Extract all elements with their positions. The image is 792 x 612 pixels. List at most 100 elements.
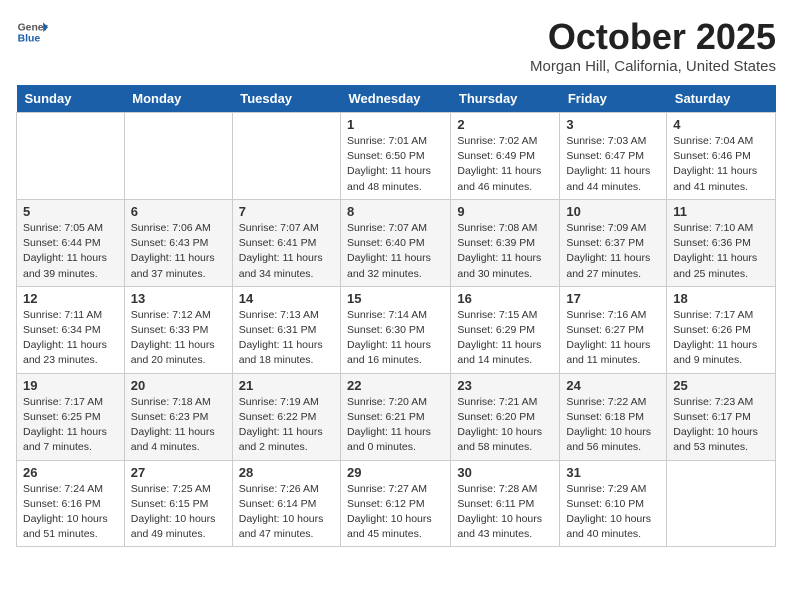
day-number: 12 — [23, 291, 118, 306]
day-detail: Sunrise: 7:19 AMSunset: 6:22 PMDaylight:… — [239, 395, 334, 456]
weekday-header: Wednesday — [341, 85, 451, 113]
day-number: 7 — [239, 204, 334, 219]
day-number: 19 — [23, 378, 118, 393]
day-detail: Sunrise: 7:18 AMSunset: 6:23 PMDaylight:… — [131, 395, 226, 456]
calendar-cell: 12 Sunrise: 7:11 AMSunset: 6:34 PMDayligh… — [17, 286, 125, 373]
day-number: 26 — [23, 465, 118, 480]
calendar-cell — [17, 113, 125, 200]
calendar-cell: 4Sunrise: 7:04 AMSunset: 6:46 PMDaylight… — [667, 113, 776, 200]
day-detail: Sunrise: 7:03 AMSunset: 6:47 PMDaylight:… — [566, 134, 660, 195]
day-number: 3 — [566, 117, 660, 132]
weekday-header: Friday — [560, 85, 667, 113]
day-number: 22 — [347, 378, 444, 393]
day-detail: Sunrise: 7:15 AMSunset: 6:29 PMDaylight:… — [457, 308, 553, 369]
calendar-cell: 15Sunrise: 7:14 AMSunset: 6:30 PMDayligh… — [341, 286, 451, 373]
calendar-cell: 2Sunrise: 7:02 AMSunset: 6:49 PMDaylight… — [451, 113, 560, 200]
calendar-cell: 11 Sunrise: 7:10 AMSunset: 6:36 PMDayligh… — [667, 199, 776, 286]
day-number: 8 — [347, 204, 444, 219]
day-number: 17 — [566, 291, 660, 306]
day-number: 29 — [347, 465, 444, 480]
day-detail: Sunrise: 7:21 AMSunset: 6:20 PMDaylight:… — [457, 395, 553, 456]
day-number: 5 — [23, 204, 118, 219]
day-detail: Sunrise: 7:27 AMSunset: 6:12 PMDaylight:… — [347, 482, 444, 543]
svg-text:Blue: Blue — [18, 34, 41, 45]
calendar-week-row: 5 Sunrise: 7:05 AMSunset: 6:44 PMDaylight… — [17, 199, 776, 286]
day-number: 28 — [239, 465, 334, 480]
day-number: 23 — [457, 378, 553, 393]
day-detail: Sunrise: 7:20 AMSunset: 6:21 PMDaylight:… — [347, 395, 444, 456]
day-detail: Sunrise: 7:07 AMSunset: 6:40 PMDaylight:… — [347, 221, 444, 282]
calendar-cell: 26 Sunrise: 7:24 AMSunset: 6:16 PMDayligh… — [17, 460, 125, 547]
calendar-cell: 20 Sunrise: 7:18 AMSunset: 6:23 PMDayligh… — [124, 373, 232, 460]
day-number: 15 — [347, 291, 444, 306]
calendar-cell: 1Sunrise: 7:01 AMSunset: 6:50 PMDaylight… — [341, 113, 451, 200]
calendar-cell: 8 Sunrise: 7:07 AMSunset: 6:40 PMDaylight… — [341, 199, 451, 286]
day-number: 20 — [131, 378, 226, 393]
day-number: 2 — [457, 117, 553, 132]
day-number: 11 — [673, 204, 769, 219]
day-number: 21 — [239, 378, 334, 393]
day-number: 27 — [131, 465, 226, 480]
calendar-cell: 5 Sunrise: 7:05 AMSunset: 6:44 PMDaylight… — [17, 199, 125, 286]
calendar-week-row: 1Sunrise: 7:01 AMSunset: 6:50 PMDaylight… — [17, 113, 776, 200]
day-detail: Sunrise: 7:08 AMSunset: 6:39 PMDaylight:… — [457, 221, 553, 282]
day-detail: Sunrise: 7:12 AMSunset: 6:33 PMDaylight:… — [131, 308, 226, 369]
calendar-cell: 25 Sunrise: 7:23 AMSunset: 6:17 PMDayligh… — [667, 373, 776, 460]
calendar-cell: 19 Sunrise: 7:17 AMSunset: 6:25 PMDayligh… — [17, 373, 125, 460]
day-number: 25 — [673, 378, 769, 393]
day-detail: Sunrise: 7:07 AMSunset: 6:41 PMDaylight:… — [239, 221, 334, 282]
calendar-week-row: 19 Sunrise: 7:17 AMSunset: 6:25 PMDayligh… — [17, 373, 776, 460]
day-number: 18 — [673, 291, 769, 306]
day-detail: Sunrise: 7:05 AMSunset: 6:44 PMDaylight:… — [23, 221, 118, 282]
day-detail: Sunrise: 7:29 AMSunset: 6:10 PMDaylight:… — [566, 482, 660, 543]
calendar-cell: 29 Sunrise: 7:27 AMSunset: 6:12 PMDayligh… — [341, 460, 451, 547]
calendar-cell: 28Sunrise: 7:26 AMSunset: 6:14 PMDayligh… — [232, 460, 340, 547]
weekday-header: Sunday — [17, 85, 125, 113]
day-detail: Sunrise: 7:24 AMSunset: 6:16 PMDaylight:… — [23, 482, 118, 543]
calendar-cell: 10 Sunrise: 7:09 AMSunset: 6:37 PMDayligh… — [560, 199, 667, 286]
day-number: 1 — [347, 117, 444, 132]
logo: General Blue — [16, 16, 48, 48]
calendar-cell: 22 Sunrise: 7:20 AMSunset: 6:21 PMDayligh… — [341, 373, 451, 460]
day-number: 13 — [131, 291, 226, 306]
calendar-cell: 7 Sunrise: 7:07 AMSunset: 6:41 PMDaylight… — [232, 199, 340, 286]
weekday-header: Monday — [124, 85, 232, 113]
calendar-cell — [667, 460, 776, 547]
day-number: 31 — [566, 465, 660, 480]
day-number: 16 — [457, 291, 553, 306]
calendar-cell: 17 Sunrise: 7:16 AMSunset: 6:27 PMDayligh… — [560, 286, 667, 373]
calendar-cell: 16 Sunrise: 7:15 AMSunset: 6:29 PMDayligh… — [451, 286, 560, 373]
day-number: 9 — [457, 204, 553, 219]
day-detail: Sunrise: 7:16 AMSunset: 6:27 PMDaylight:… — [566, 308, 660, 369]
weekday-header-row: SundayMondayTuesdayWednesdayThursdayFrid… — [17, 85, 776, 113]
page-header: General Blue October 2025 Morgan Hill, C… — [16, 16, 776, 75]
calendar-cell — [124, 113, 232, 200]
day-detail: Sunrise: 7:06 AMSunset: 6:43 PMDaylight:… — [131, 221, 226, 282]
day-detail: Sunrise: 7:09 AMSunset: 6:37 PMDaylight:… — [566, 221, 660, 282]
day-detail: Sunrise: 7:10 AMSunset: 6:36 PMDaylight:… — [673, 221, 769, 282]
calendar-week-row: 26 Sunrise: 7:24 AMSunset: 6:16 PMDayligh… — [17, 460, 776, 547]
day-number: 24 — [566, 378, 660, 393]
day-detail: Sunrise: 7:11 AMSunset: 6:34 PMDaylight:… — [23, 308, 118, 369]
calendar-cell: 23 Sunrise: 7:21 AMSunset: 6:20 PMDayligh… — [451, 373, 560, 460]
day-detail: Sunrise: 7:17 AMSunset: 6:26 PMDaylight:… — [673, 308, 769, 369]
calendar-cell: 21 Sunrise: 7:19 AMSunset: 6:22 PMDayligh… — [232, 373, 340, 460]
day-number: 6 — [131, 204, 226, 219]
day-number: 4 — [673, 117, 769, 132]
calendar-cell: 14 Sunrise: 7:13 AMSunset: 6:31 PMDayligh… — [232, 286, 340, 373]
day-number: 30 — [457, 465, 553, 480]
day-detail: Sunrise: 7:23 AMSunset: 6:17 PMDaylight:… — [673, 395, 769, 456]
calendar-cell: 27Sunrise: 7:25 AMSunset: 6:15 PMDayligh… — [124, 460, 232, 547]
day-number: 14 — [239, 291, 334, 306]
day-number: 10 — [566, 204, 660, 219]
weekday-header: Saturday — [667, 85, 776, 113]
month-title: October 2025 — [530, 16, 776, 58]
calendar-cell — [232, 113, 340, 200]
day-detail: Sunrise: 7:13 AMSunset: 6:31 PMDaylight:… — [239, 308, 334, 369]
day-detail: Sunrise: 7:17 AMSunset: 6:25 PMDaylight:… — [23, 395, 118, 456]
day-detail: Sunrise: 7:28 AMSunset: 6:11 PMDaylight:… — [457, 482, 553, 543]
calendar-cell: 9 Sunrise: 7:08 AMSunset: 6:39 PMDaylight… — [451, 199, 560, 286]
weekday-header: Thursday — [451, 85, 560, 113]
calendar-cell: 24 Sunrise: 7:22 AMSunset: 6:18 PMDayligh… — [560, 373, 667, 460]
day-detail: Sunrise: 7:22 AMSunset: 6:18 PMDaylight:… — [566, 395, 660, 456]
